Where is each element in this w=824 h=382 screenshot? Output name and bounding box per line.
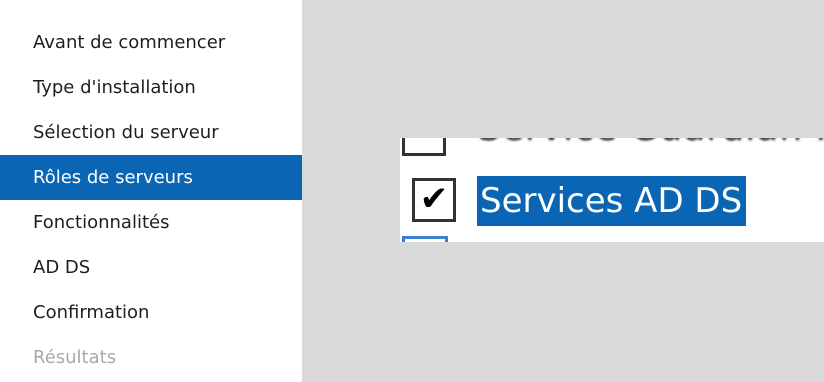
checkmark-icon: ✔	[419, 179, 449, 219]
role-checkbox[interactable]	[402, 236, 448, 242]
role-row-partial-below	[400, 236, 824, 242]
role-checkbox[interactable]	[402, 138, 446, 156]
nav-item-avant-de-commencer[interactable]: Avant de commencer	[0, 20, 302, 65]
ad-ds-checkbox[interactable]: ✔	[412, 178, 456, 222]
nav-item-ad-ds[interactable]: AD DS	[0, 245, 302, 290]
ad-ds-role-label[interactable]: Services AD DS	[477, 176, 747, 226]
role-row-ad-ds[interactable]: ✔ Services AD DS	[400, 176, 824, 230]
role-label: Service Guardian Hôte	[478, 138, 824, 149]
nav-item-type-installation[interactable]: Type d'installation	[0, 65, 302, 110]
roles-list-zoom: Service Guardian Hôte ✔ Services AD DS	[400, 138, 824, 242]
nav-item-roles-serveurs[interactable]: Rôles de serveurs	[0, 155, 302, 200]
nav-item-resultats: Résultats	[33, 347, 117, 368]
role-row-partial-above: Service Guardian Hôte	[400, 138, 824, 162]
nav-item-selection-serveur[interactable]: Sélection du serveur	[0, 110, 302, 155]
nav-item-fonctionnalites[interactable]: Fonctionnalités	[0, 200, 302, 245]
wizard-steps-list: Avant de commencer Type d'installation S…	[0, 20, 302, 380]
wizard-sidebar: Avant de commencer Type d'installation S…	[0, 0, 302, 382]
nav-item-confirmation[interactable]: Confirmation	[0, 290, 302, 335]
